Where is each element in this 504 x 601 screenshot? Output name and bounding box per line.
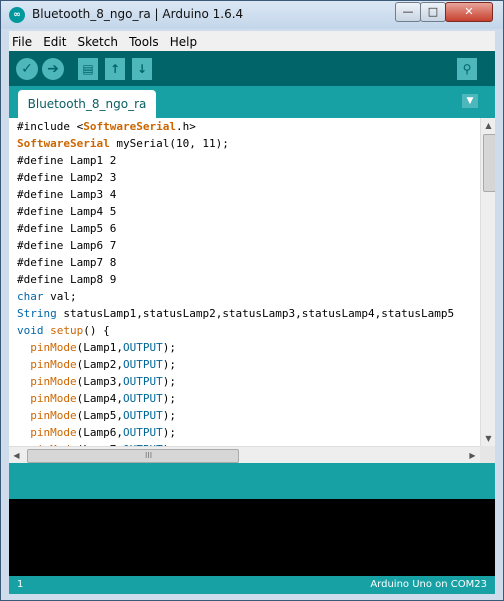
code-line[interactable]: pinMode(Lamp5,OUTPUT); xyxy=(17,407,454,424)
horizontal-scroll-thumb[interactable]: III xyxy=(27,449,239,463)
serial-monitor-button[interactable]: ⚲ xyxy=(457,58,477,80)
save-sketch-button[interactable]: ↓ xyxy=(132,58,152,80)
scroll-right-icon[interactable]: ▶ xyxy=(465,447,480,464)
maximize-button[interactable]: □ xyxy=(420,2,446,22)
arduino-ide-window: ∞ Bluetooth_8_ngo_ra | Arduino 1.6.4 — □… xyxy=(0,0,504,601)
code-line[interactable]: #define Lamp5 6 xyxy=(17,220,454,237)
checkmark-icon: ✓ xyxy=(21,61,33,77)
code-line[interactable]: String statusLamp1,statusLamp2,statusLam… xyxy=(17,305,454,322)
tab-menu-button[interactable]: ▼ xyxy=(462,94,478,108)
menu-sketch[interactable]: Sketch xyxy=(75,33,121,51)
menu-help[interactable]: Help xyxy=(167,33,200,51)
arrow-up-icon: ↑ xyxy=(109,62,121,76)
new-file-icon: ▤ xyxy=(82,62,94,76)
code-line[interactable]: pinMode(Lamp2,OUTPUT); xyxy=(17,356,454,373)
open-sketch-button[interactable]: ↑ xyxy=(105,58,125,80)
arrow-right-icon: ➔ xyxy=(47,61,59,77)
code-editor[interactable]: #include <SoftwareSerial.h> SoftwareSeria… xyxy=(9,118,495,446)
scroll-grip-icon: III xyxy=(145,451,153,460)
scroll-up-icon[interactable]: ▲ xyxy=(481,118,495,133)
menu-tools[interactable]: Tools xyxy=(126,33,162,51)
code-line[interactable]: pinMode(Lamp6,OUTPUT); xyxy=(17,424,454,441)
code-line[interactable]: #include <SoftwareSerial.h> xyxy=(17,118,454,135)
code-line[interactable]: SoftwareSerial mySerial(10, 11); xyxy=(17,135,454,152)
title-bar[interactable]: ∞ Bluetooth_8_ngo_ra | Arduino 1.6.4 — □… xyxy=(1,1,503,29)
code-line[interactable]: char val; xyxy=(17,288,454,305)
tab-strip: Bluetooth_8_ngo_ra ▼ xyxy=(9,86,495,118)
menu-file[interactable]: File xyxy=(9,33,35,51)
message-area xyxy=(9,463,495,499)
code-line[interactable]: #define Lamp3 4 xyxy=(17,186,454,203)
close-button[interactable]: ✕ xyxy=(445,2,493,22)
code-line[interactable]: #define Lamp7 8 xyxy=(17,254,454,271)
triangle-down-icon: ▼ xyxy=(466,96,474,106)
upload-button[interactable]: ➔ xyxy=(42,58,64,80)
code-line[interactable]: #define Lamp2 3 xyxy=(17,169,454,186)
vertical-scroll-thumb[interactable] xyxy=(483,134,495,192)
code-text[interactable]: #include <SoftwareSerial.h> SoftwareSeria… xyxy=(17,118,454,446)
window-title: Bluetooth_8_ngo_ra | Arduino 1.6.4 xyxy=(32,7,244,21)
code-line[interactable]: #define Lamp6 7 xyxy=(17,237,454,254)
code-line[interactable]: void setup() { xyxy=(17,322,454,339)
code-line[interactable]: pinMode(Lamp1,OUTPUT); xyxy=(17,339,454,356)
minimize-button[interactable]: — xyxy=(395,2,421,22)
menu-bar: File Edit Sketch Tools Help xyxy=(9,31,495,51)
scroll-down-icon[interactable]: ▼ xyxy=(481,431,495,446)
new-sketch-button[interactable]: ▤ xyxy=(78,58,98,80)
scroll-left-icon[interactable]: ◀ xyxy=(9,447,24,464)
status-bar: 1 Arduino Uno on COM23 xyxy=(9,576,495,594)
arduino-logo-icon: ∞ xyxy=(9,7,25,23)
code-line[interactable]: pinMode(Lamp3,OUTPUT); xyxy=(17,373,454,390)
magnifier-icon: ⚲ xyxy=(462,62,472,76)
code-line[interactable]: #define Lamp8 9 xyxy=(17,271,454,288)
menu-edit[interactable]: Edit xyxy=(40,33,69,51)
line-number: 1 xyxy=(17,579,24,590)
console-output[interactable] xyxy=(9,499,495,576)
vertical-scrollbar[interactable]: ▲ ▼ xyxy=(480,118,495,446)
code-line[interactable]: #define Lamp4 5 xyxy=(17,203,454,220)
board-port-label: Arduino Uno on COM23 xyxy=(370,579,487,590)
tab-sketch[interactable]: Bluetooth_8_ngo_ra xyxy=(18,90,156,118)
verify-button[interactable]: ✓ xyxy=(16,58,38,80)
horizontal-scrollbar[interactable]: ◀ III ▶ xyxy=(9,446,480,464)
arrow-down-icon: ↓ xyxy=(136,62,148,76)
toolbar: ✓ ➔ ▤ ↑ ↓ ⚲ xyxy=(9,51,495,86)
code-line[interactable]: #define Lamp1 2 xyxy=(17,152,454,169)
scrollbar-corner xyxy=(480,446,495,463)
code-line[interactable]: pinMode(Lamp4,OUTPUT); xyxy=(17,390,454,407)
